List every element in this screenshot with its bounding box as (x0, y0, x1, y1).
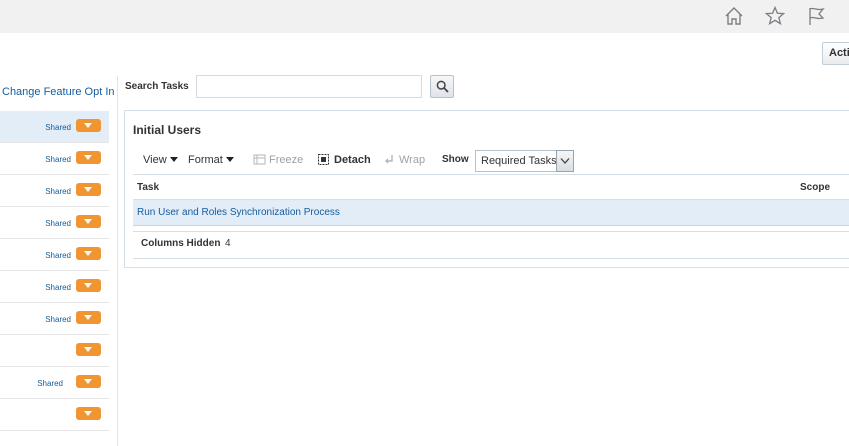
table-toolbar: View Format Freeze Detach Wrap Show Requ… (135, 150, 849, 172)
row-actions-dropdown-button[interactable] (76, 279, 101, 292)
left-task-list: Change Feature Opt In Shared Shared Shar… (0, 76, 118, 446)
list-item[interactable]: Shared (0, 143, 109, 175)
search-tasks-input[interactable] (196, 75, 422, 98)
columns-hidden-label: Columns Hidden (141, 238, 221, 249)
format-menu-label: Format (188, 154, 223, 166)
wrap-icon (383, 153, 396, 166)
show-select-value: Required Tasks (481, 155, 557, 167)
row-actions-dropdown-button[interactable] (76, 119, 101, 132)
list-item[interactable]: Shared (0, 271, 109, 303)
shared-label: Shared (45, 219, 71, 228)
row-actions-dropdown-button[interactable] (76, 247, 101, 260)
shared-label: Shared (45, 155, 71, 164)
search-tasks-label: Search Tasks (125, 81, 189, 92)
list-item[interactable] (0, 399, 109, 431)
initial-users-panel: Initial Users View Format Freeze Detach … (124, 110, 849, 268)
shared-label: Shared (45, 315, 71, 324)
chevron-down-icon (560, 158, 570, 164)
shared-label: Shared (45, 123, 71, 132)
favorites-star-icon[interactable] (764, 5, 786, 27)
row-actions-dropdown-button[interactable] (76, 407, 101, 420)
view-menu-label: View (143, 154, 167, 166)
search-icon (436, 80, 449, 93)
list-item[interactable]: Shared (0, 239, 109, 271)
row-actions-dropdown-button[interactable] (76, 183, 101, 196)
detach-icon (317, 153, 330, 166)
home-icon[interactable] (723, 5, 745, 27)
global-header (0, 0, 849, 33)
table-header-row: Task Scope (133, 174, 849, 200)
column-header-scope[interactable]: Scope (800, 182, 830, 193)
list-item[interactable]: Shared (0, 207, 109, 239)
shared-label: Shared (45, 251, 71, 260)
search-button[interactable] (430, 75, 454, 98)
task-link[interactable]: Run User and Roles Synchronization Proce… (137, 207, 340, 218)
row-actions-dropdown-button[interactable] (76, 215, 101, 228)
show-label: Show (442, 154, 469, 165)
freeze-icon (253, 153, 266, 166)
table-footer: Columns Hidden 4 (133, 231, 849, 259)
row-actions-dropdown-button[interactable] (76, 151, 101, 164)
shared-label: Shared (45, 283, 71, 292)
row-actions-dropdown-button[interactable] (76, 311, 101, 324)
column-header-task[interactable]: Task (137, 182, 159, 193)
list-item[interactable] (0, 335, 109, 367)
detach-button[interactable]: Detach (334, 154, 371, 166)
list-item[interactable]: Shared (0, 175, 109, 207)
freeze-button[interactable]: Freeze (269, 154, 303, 166)
actions-button[interactable]: Actions (822, 42, 849, 65)
table-row[interactable]: Run User and Roles Synchronization Proce… (133, 200, 849, 226)
caret-down-icon (169, 157, 178, 162)
wrap-button[interactable]: Wrap (399, 154, 425, 166)
row-actions-dropdown-button[interactable] (76, 343, 101, 356)
list-item[interactable]: Shared (0, 111, 109, 143)
show-tasks-select[interactable]: Required Tasks (475, 150, 574, 172)
shared-label: Shared (45, 187, 71, 196)
dropdown-toggle[interactable] (556, 150, 574, 172)
view-menu[interactable]: View (143, 154, 178, 166)
shared-label: Shared (37, 379, 63, 388)
caret-down-icon (225, 157, 234, 162)
format-menu[interactable]: Format (188, 154, 234, 166)
change-feature-opt-in-link[interactable]: Change Feature Opt In (2, 86, 115, 98)
row-actions-dropdown-button[interactable] (76, 375, 101, 388)
flag-icon[interactable] (806, 5, 828, 27)
list-item[interactable]: Shared (0, 367, 109, 399)
columns-hidden-count: 4 (225, 238, 231, 249)
list-item[interactable]: Shared (0, 303, 109, 335)
panel-title: Initial Users (133, 123, 202, 137)
